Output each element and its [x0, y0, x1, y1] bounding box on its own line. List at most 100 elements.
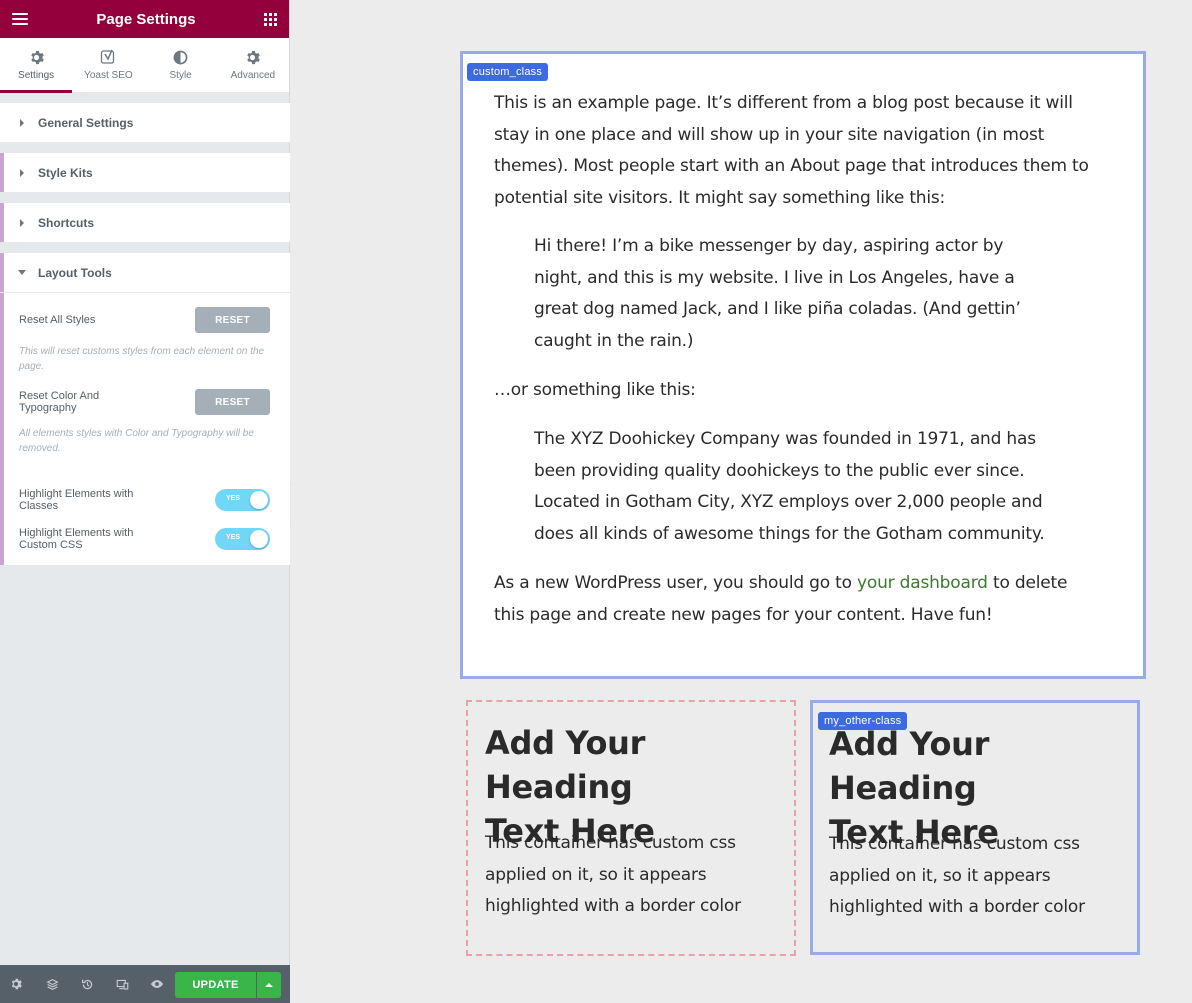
quote-line: caught in the rain.)	[534, 330, 694, 351]
section-style-kits-label: Style Kits	[38, 165, 93, 180]
widgets-grid-icon[interactable]	[263, 12, 277, 26]
text-right: This container has custom css applied on…	[829, 829, 1129, 924]
section-layout-tools-label: Layout Tools	[38, 265, 112, 280]
panel-footer: UPDATE	[0, 965, 290, 1003]
caret-down-icon	[18, 270, 26, 275]
reset-all-styles-button[interactable]: RESET	[195, 307, 270, 333]
editor-panel: Page Settings Settings Yoast SEO Style A…	[0, 0, 290, 1003]
intro-paragraph: This is an example page. It’s different …	[494, 88, 1134, 214]
tab-settings[interactable]: Settings	[0, 38, 73, 93]
update-button[interactable]: UPDATE	[175, 972, 256, 998]
reset-all-styles-description: This will reset customs styles from each…	[19, 346, 265, 372]
highlight-custom-css-label-line2: Custom CSS	[19, 539, 83, 551]
custom-class-container[interactable]: custom_class This is an example page. It…	[460, 51, 1146, 679]
layers-icon[interactable]	[45, 965, 59, 1003]
yoast-icon	[100, 49, 116, 65]
gear-icon	[245, 49, 261, 65]
highlight-classes-row: Highlight Elements with Classes YES	[19, 488, 270, 512]
section-accent-bar	[0, 203, 4, 242]
quote-line: does all kinds of awesome things for the…	[534, 523, 1045, 544]
caret-right-icon	[20, 118, 24, 127]
reset-all-styles-row: Reset All Styles RESET	[19, 307, 270, 333]
quote-line: Hi there! I’m a bike messenger by day, a…	[534, 236, 1004, 256]
text-line: highlighted with a border color	[829, 897, 1085, 917]
section-general-settings: General Settings	[0, 103, 290, 142]
quote-line: Located in Gotham City, XYZ employs over…	[534, 492, 1043, 512]
history-icon[interactable]	[80, 965, 94, 1003]
section-general-settings-header[interactable]: General Settings	[0, 103, 290, 142]
closing-text-after: to delete	[987, 573, 1068, 593]
text-line: applied on it, so it appears	[829, 865, 1051, 886]
highlight-custom-css-label: Highlight Elements with Custom CSS	[19, 527, 133, 551]
tab-style[interactable]: Style	[145, 38, 217, 92]
section-accent-bar	[0, 153, 4, 192]
section-style-kits-header[interactable]: Style Kits	[0, 153, 290, 192]
caret-right-icon	[20, 168, 24, 177]
panel-title: Page Settings	[96, 10, 196, 28]
closing-text-before: As a new WordPress user, you should go t…	[494, 573, 858, 593]
section-layout-tools-header[interactable]: Layout Tools	[0, 253, 290, 292]
preview-eye-icon[interactable]	[150, 965, 164, 1003]
blockquote-bike-messenger: Hi there! I’m a bike messenger by day, a…	[534, 231, 1094, 357]
section-shortcuts-header[interactable]: Shortcuts	[0, 203, 290, 242]
toggle-knob	[250, 491, 268, 509]
intro-line: This is an example page. It’s different …	[494, 93, 1073, 113]
heading-line: Add Your Heading	[485, 724, 646, 806]
intro-line: themes). Most people start with an About…	[494, 156, 1089, 176]
reset-color-typography-row: Reset Color And Typography RESET	[19, 389, 270, 415]
closing-line: As a new WordPress user, you should go t…	[494, 568, 1134, 600]
settings-gear-icon[interactable]	[10, 965, 22, 1003]
tab-settings-label: Settings	[18, 70, 55, 81]
tab-style-label: Style	[169, 70, 192, 81]
quote-line: night, and this is my website. I live in…	[534, 267, 1015, 288]
highlight-custom-css-toggle[interactable]: YES	[215, 528, 270, 550]
toggle-knob	[250, 530, 268, 548]
tab-yoast-label: Yoast SEO	[84, 70, 133, 81]
caret-right-icon	[20, 218, 24, 227]
highlight-classes-toggle[interactable]: YES	[215, 489, 270, 511]
toggle-yes-text: YES	[226, 495, 241, 502]
reset-color-typography-button[interactable]: RESET	[195, 389, 270, 415]
quote-line: great dog named Jack, and I like piña co…	[534, 299, 1021, 319]
section-general-settings-label: General Settings	[38, 115, 134, 130]
panel-header: Page Settings	[0, 0, 289, 38]
heading-line: Add Your Heading	[829, 725, 990, 807]
tab-advanced[interactable]: Advanced	[217, 38, 289, 92]
blockquote-xyz-company: The XYZ Doohickey Company was founded in…	[534, 424, 1114, 550]
highlight-classes-label-line1: Highlight Elements with	[19, 488, 134, 500]
reset-all-styles-label: Reset All Styles	[19, 314, 96, 326]
section-layout-tools: Layout Tools Reset All Styles RESET This…	[0, 253, 290, 565]
responsive-mode-icon[interactable]	[115, 965, 129, 1003]
text-left: This container has custom css applied on…	[485, 828, 785, 923]
intro-line: potential site visitors. It might say so…	[494, 187, 946, 208]
panel-tabs: Settings Yoast SEO Style Advanced	[0, 38, 289, 93]
text-line: highlighted with a border color	[485, 896, 741, 916]
hamburger-menu-icon[interactable]	[12, 13, 28, 25]
intro-line: stay in one place and will show up in yo…	[494, 124, 1045, 145]
quote-line: been providing quality doohickeys to the…	[534, 460, 1025, 481]
highlight-custom-css-row: Highlight Elements with Custom CSS YES	[19, 527, 270, 551]
update-options-caret-up-icon[interactable]	[257, 972, 281, 998]
custom-class-badge: custom_class	[467, 63, 549, 81]
text-line: This container has custom css	[829, 834, 1080, 854]
section-shortcuts-label: Shortcuts	[38, 215, 95, 230]
tab-yoast-seo[interactable]: Yoast SEO	[72, 38, 144, 92]
highlight-custom-css-label-line1: Highlight Elements with	[19, 527, 134, 539]
toggle-yes-text: YES	[226, 534, 241, 541]
reset-color-typography-label-line1: Reset Color And	[19, 390, 100, 402]
dashboard-link[interactable]: your dashboard	[857, 573, 988, 593]
highlight-classes-label: Highlight Elements with Classes	[19, 488, 133, 512]
tab-advanced-label: Advanced	[230, 70, 276, 81]
gear-icon	[28, 49, 44, 65]
closing-line: this page and create new pages for your …	[494, 604, 993, 625]
section-style-kits: Style Kits	[0, 153, 290, 192]
reset-color-typography-label: Reset Color And Typography	[19, 390, 99, 414]
half-circle-icon	[173, 49, 189, 65]
reset-color-typography-label-line2: Typography	[19, 402, 77, 414]
closing-paragraph: As a new WordPress user, you should go t…	[494, 568, 1134, 631]
my-other-class-container[interactable]: my_other-class Add Your Heading Text Her…	[810, 700, 1140, 955]
transition-paragraph: …or something like this:	[494, 380, 696, 400]
reset-color-typography-description: All elements styles with Color and Typog…	[19, 428, 254, 454]
custom-css-container-left[interactable]: Add Your Heading Text Here This containe…	[466, 700, 796, 956]
text-line: This container has custom css	[485, 833, 736, 853]
